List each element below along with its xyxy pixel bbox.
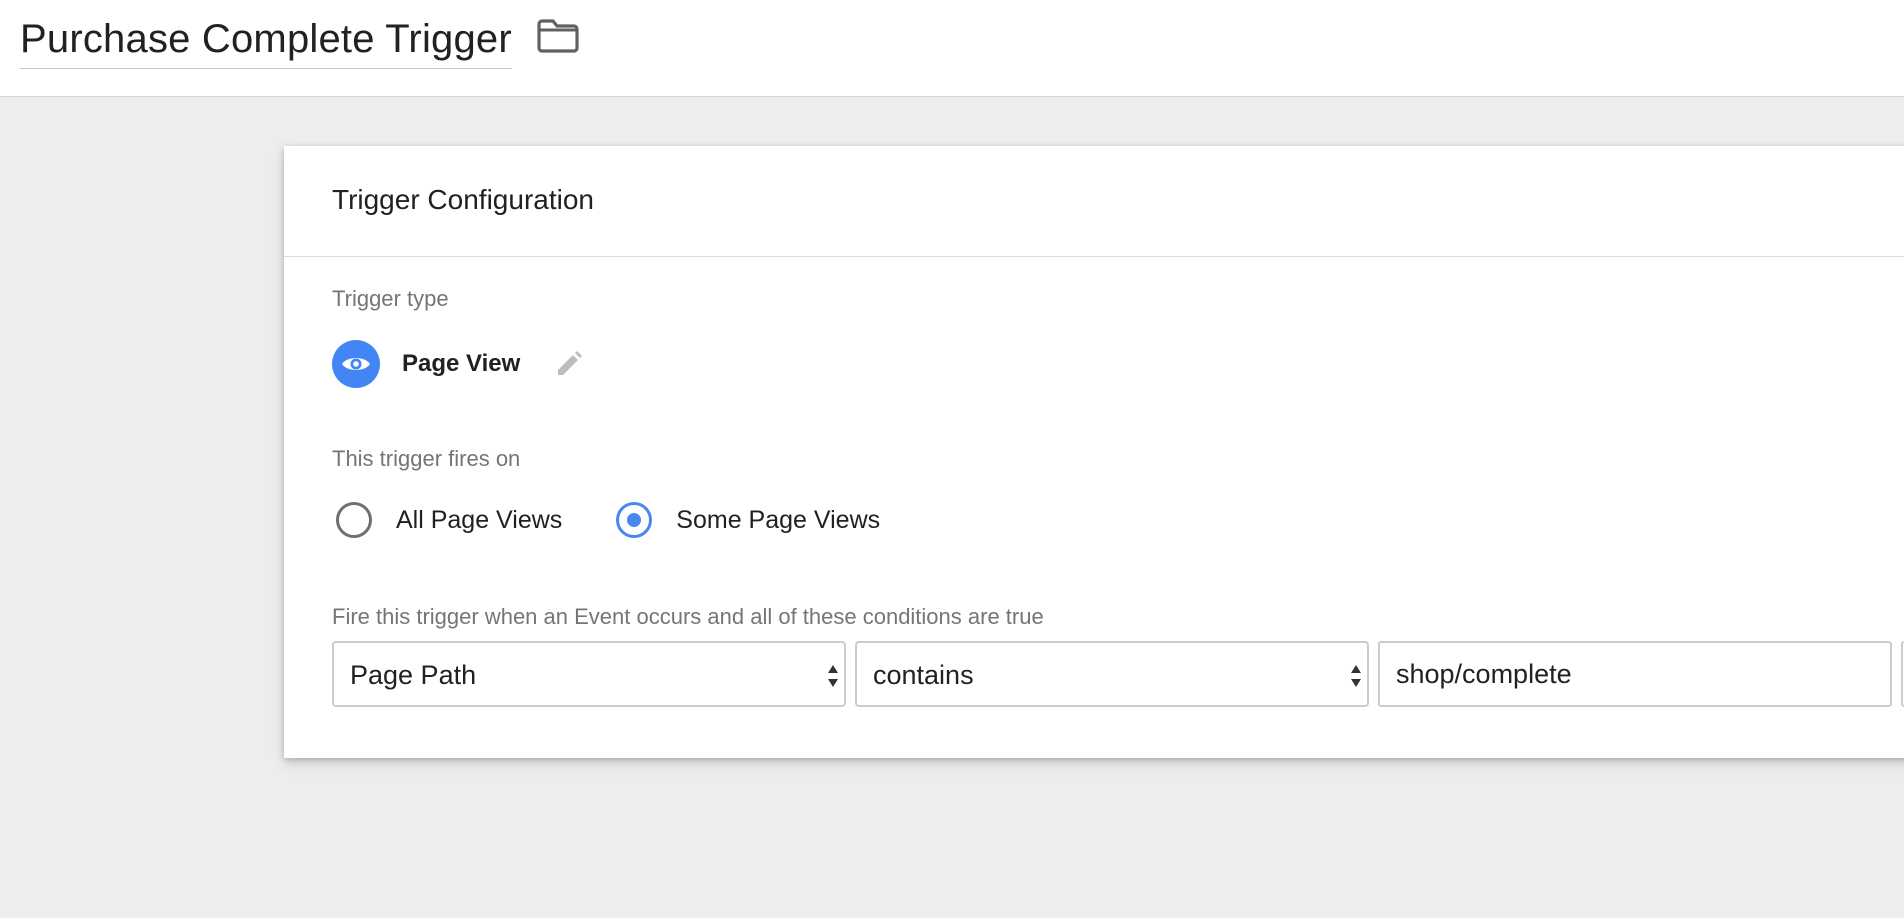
conditions-label: Fire this trigger when an Event occurs a… <box>332 604 1044 629</box>
trigger-type-label: Trigger type <box>332 286 449 311</box>
fires-on-radio-group: All Page Views Some Page Views <box>332 498 930 542</box>
condition-row: Page Path contains <box>332 641 1904 707</box>
operator-select-value: contains <box>873 660 974 690</box>
card-title: Trigger Configuration <box>332 184 594 215</box>
radio-button-checked[interactable] <box>616 502 653 538</box>
top-bar: Purchase Complete Trigger <box>0 0 1904 97</box>
variable-select-value: Page Path <box>350 660 477 690</box>
page-title[interactable]: Purchase Complete Trigger <box>20 14 512 64</box>
eye-icon <box>332 340 380 388</box>
radio-some-page-views[interactable]: Some Page Views <box>612 502 880 538</box>
trigger-configuration-card: Trigger Configuration Trigger type Page … <box>284 146 1904 758</box>
trigger-type-name: Page View <box>402 350 521 377</box>
variable-select[interactable]: Page Path <box>332 641 846 707</box>
radio-label-all-page-views: All Page Views <box>396 505 563 534</box>
radio-all-page-views[interactable]: All Page Views <box>332 502 562 538</box>
trigger-type-selector[interactable]: Page View <box>332 339 584 389</box>
pencil-icon[interactable] <box>554 349 584 379</box>
folder-icon[interactable] <box>536 18 580 54</box>
radio-label-some-page-views: Some Page Views <box>676 505 881 534</box>
operator-select[interactable]: contains <box>855 641 1369 707</box>
radio-button-unchecked[interactable] <box>336 502 372 538</box>
fires-on-label: This trigger fires on <box>332 446 521 471</box>
condition-value-input[interactable] <box>1378 641 1892 707</box>
select-arrows-icon <box>1351 665 1361 687</box>
card-header: Trigger Configuration <box>284 146 1904 257</box>
select-arrows-icon <box>828 665 838 687</box>
trigger-name-field[interactable]: Purchase Complete Trigger <box>20 10 512 69</box>
